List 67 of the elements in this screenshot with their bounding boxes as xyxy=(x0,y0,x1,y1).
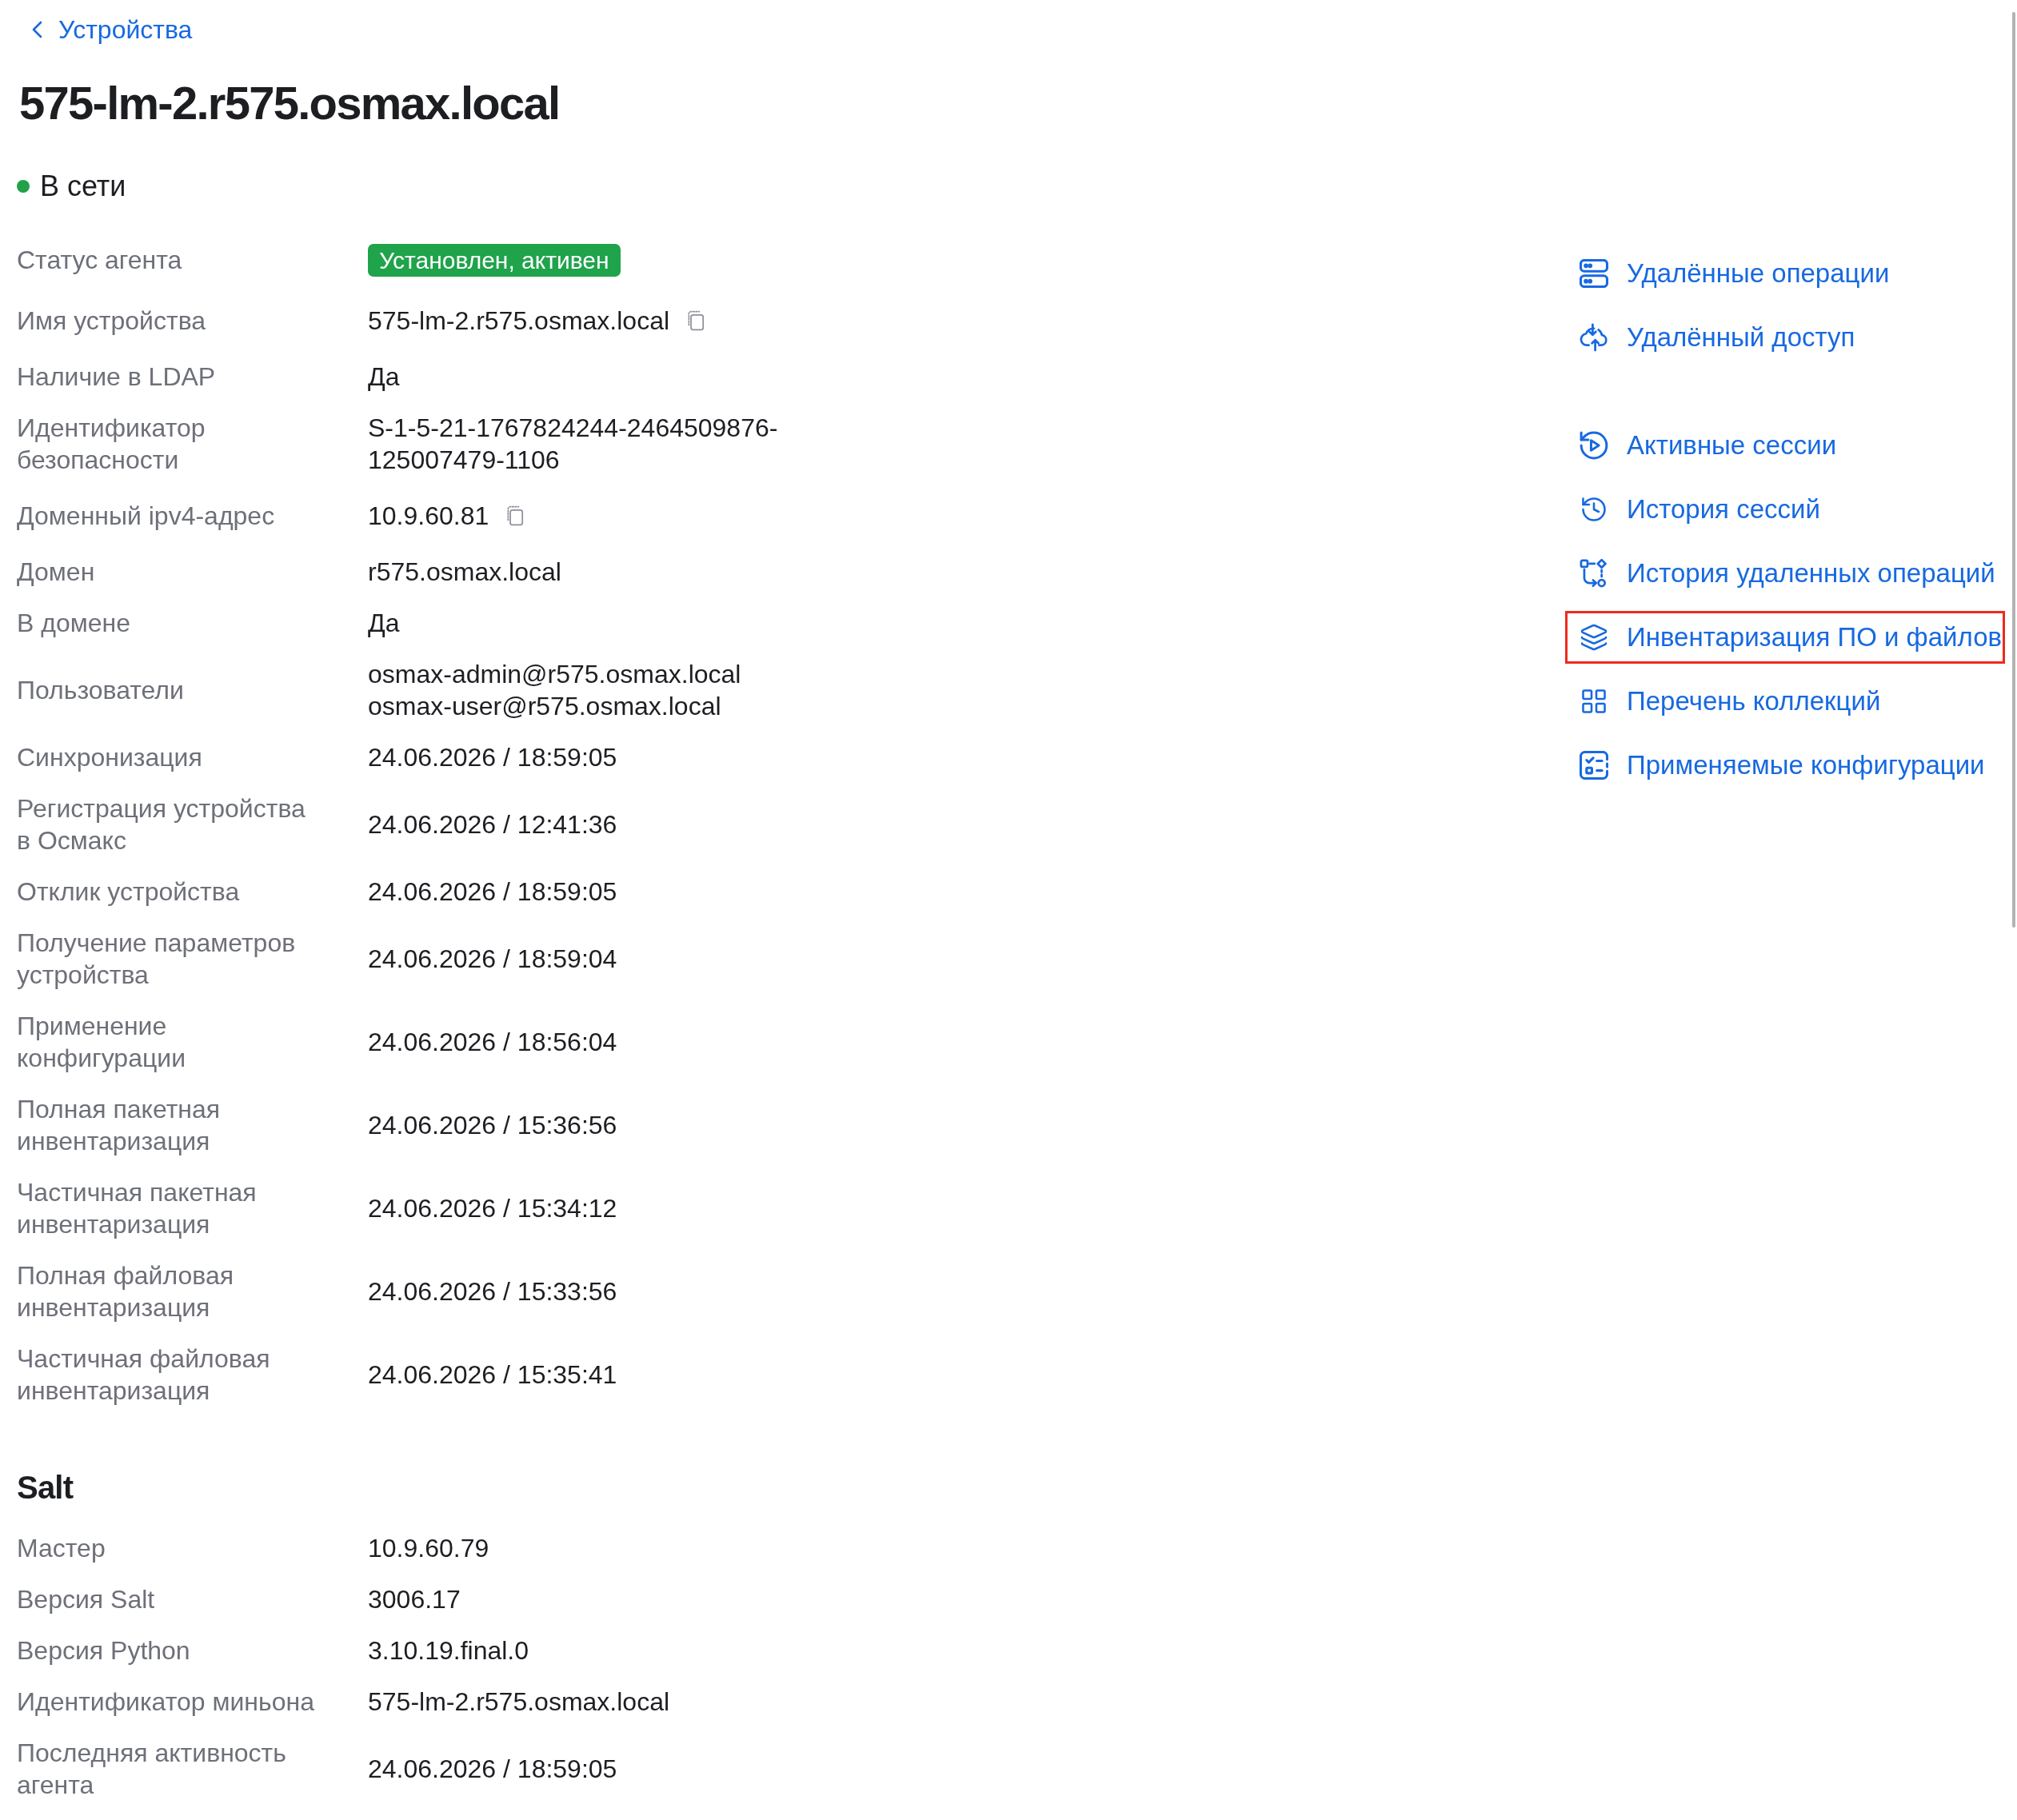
action-link[interactable]: Перечень коллекций xyxy=(1565,675,2005,728)
field-value: Да xyxy=(368,361,400,393)
field-value: osmax-admin@r575.osmax.local xyxy=(368,659,741,690)
field-label: Полная файловая инвентаризация xyxy=(17,1260,235,1323)
grid-icon xyxy=(1580,687,1608,716)
field-label: Применение конфигурации xyxy=(17,1011,186,1074)
field-label: Регистрация устройства в Осмакс xyxy=(17,793,306,856)
action-link[interactable]: Удалённые операции xyxy=(1565,247,2005,300)
history-icon xyxy=(1580,495,1608,524)
field-label: Отклик устройства xyxy=(17,876,240,908)
field-label: Полная пакетная инвентаризация xyxy=(17,1094,222,1157)
section-title: Salt xyxy=(17,1469,74,1507)
field-value: 24.06.2026 / 12:41:36 xyxy=(368,809,617,840)
field-value: r575.osmax.local xyxy=(368,557,561,588)
field-value: 3006.17 xyxy=(368,1584,461,1615)
field-label: Мастер xyxy=(17,1533,106,1564)
action-link[interactable]: История удаленных операций xyxy=(1565,547,2005,600)
field-value: 24.06.2026 / 18:56:04 xyxy=(368,1027,617,1058)
status-badge: Установлен, активен xyxy=(368,243,621,277)
field-value: S-1-5-21-1767824244-2464509876-125007479-1106 xyxy=(368,413,779,476)
action-link[interactable]: Применяемые конфигурации xyxy=(1565,739,2005,792)
field-value: 24.06.2026 / 18:59:05 xyxy=(368,742,617,773)
field-value: 24.06.2026 / 18:59:04 xyxy=(368,944,617,975)
field-value: 24.06.2026 / 15:35:41 xyxy=(368,1359,617,1391)
field-label: Идентификатор безопасности xyxy=(17,413,206,476)
field-label: Пользователи xyxy=(17,675,184,706)
field-label: Последняя активность агента xyxy=(17,1738,287,1801)
field-value: 10.9.60.79 xyxy=(368,1533,489,1564)
field-value: 24.06.2026 / 15:34:12 xyxy=(368,1193,617,1224)
field-label: Имя устройства xyxy=(17,305,206,337)
field-label: В домене xyxy=(17,608,130,639)
field-value: 575-lm-2.r575.osmax.local xyxy=(368,305,670,337)
field-label: Получение параметров устройства xyxy=(17,928,297,991)
field-label: Версия Salt xyxy=(17,1584,155,1615)
field-label: Наличие в LDAP xyxy=(17,361,216,393)
action-link[interactable]: Активные сессии xyxy=(1565,419,2005,472)
field-label: Идентификатор миньона xyxy=(17,1686,314,1718)
checklist-icon xyxy=(1580,751,1608,780)
field-label: Частичная файловая инвентаризация xyxy=(17,1343,271,1407)
action-link[interactable]: Удалённый доступ xyxy=(1565,311,2005,364)
field-label: Статус агента xyxy=(17,245,182,276)
back-link[interactable]: Устройства xyxy=(31,14,193,46)
action-link[interactable]: История сессий xyxy=(1565,483,2005,536)
field-value: 10.9.60.81 xyxy=(368,501,489,532)
field-label: Частичная пакетная инвентаризация xyxy=(17,1177,258,1240)
field-value: osmax-user@r575.osmax.local xyxy=(368,691,721,722)
field-value: 24.06.2026 / 15:33:56 xyxy=(368,1276,617,1307)
field-label: Синхронизация xyxy=(17,742,202,773)
flow-diagram-icon xyxy=(1580,559,1608,588)
scrollbar-thumb[interactable] xyxy=(2012,12,2015,928)
cloud-arrows-icon xyxy=(1580,323,1608,352)
action-link[interactable]: Инвентаризация ПО и файлов xyxy=(1565,611,2005,664)
replay-icon xyxy=(1580,431,1608,460)
chevron-left-icon xyxy=(31,21,43,38)
field-value: 575-lm-2.r575.osmax.local xyxy=(368,1686,670,1718)
field-value: 24.06.2026 / 18:59:05 xyxy=(368,1754,617,1785)
field-value: 3.10.19.final.0 xyxy=(368,1635,529,1666)
status-text: В сети xyxy=(40,169,126,204)
layers-icon xyxy=(1580,623,1608,652)
page-title: 575-lm-2.r575.osmax.local xyxy=(19,76,560,130)
field-value: Да xyxy=(368,608,400,639)
field-value: 24.06.2026 / 18:59:05 xyxy=(368,876,617,908)
server-icon xyxy=(1580,259,1608,288)
field-label: Домен xyxy=(17,557,95,588)
field-label: Версия Python xyxy=(17,1635,190,1666)
field-value: 24.06.2026 / 15:36:56 xyxy=(368,1110,617,1141)
field-label: Доменный ipv4-адрес xyxy=(17,501,275,532)
